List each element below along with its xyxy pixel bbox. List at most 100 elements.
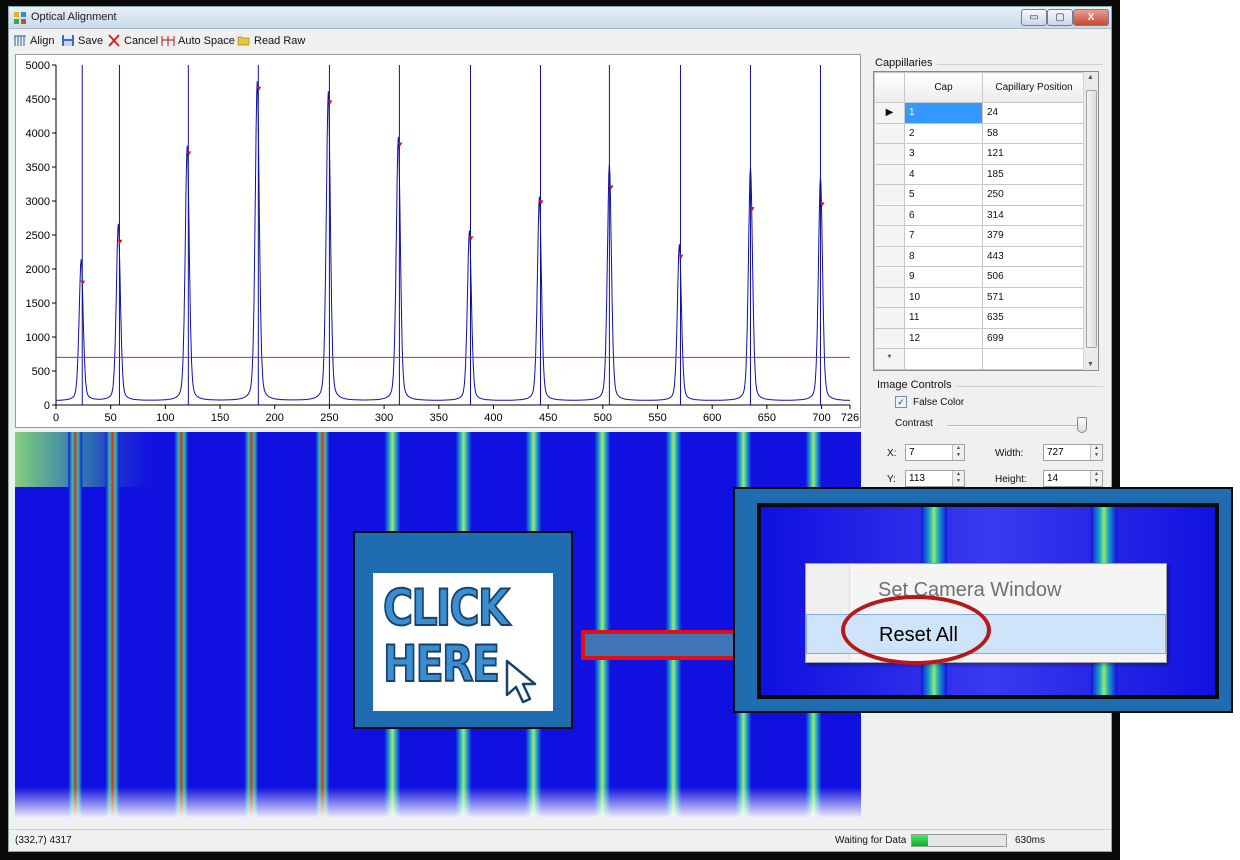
- row-header[interactable]: [874, 286, 905, 308]
- cap-cell[interactable]: 11: [904, 307, 983, 329]
- capillaries-grid[interactable]: Cap Capillary Position ▶ 1 24 2 58 3 121 4 185 5 2…: [873, 71, 1099, 371]
- align-label: Align: [30, 34, 55, 47]
- position-cell[interactable]: 506: [982, 266, 1086, 288]
- intensity-chart[interactable]: 0 500 1000 1500 2000 2500 3000 3500 4000 4500 5000…: [15, 54, 861, 428]
- scroll-up-icon[interactable]: ▲: [1087, 74, 1094, 81]
- cap-cell[interactable]: 12: [904, 327, 983, 349]
- row-header[interactable]: [874, 225, 905, 247]
- spinner-arrows-icon[interactable]: ▲ ▼: [952, 445, 964, 460]
- position-cell[interactable]: 379: [982, 225, 1086, 247]
- spinner-arrows-icon[interactable]: ▲ ▼: [1090, 471, 1102, 486]
- table-row[interactable]: 11 635: [874, 307, 1086, 329]
- column-header-cap[interactable]: Cap: [904, 72, 983, 103]
- height-spinner[interactable]: 14 ▲ ▼: [1043, 470, 1103, 487]
- position-cell[interactable]: 699: [982, 327, 1086, 349]
- maximize-button[interactable]: ▢: [1047, 9, 1073, 26]
- cap-cell[interactable]: 7: [904, 225, 983, 247]
- top-left-glow: [15, 432, 165, 487]
- x-value: 7: [909, 447, 915, 458]
- width-spinner[interactable]: 727 ▲ ▼: [1043, 444, 1103, 461]
- table-row[interactable]: 3 121: [874, 143, 1086, 165]
- position-cell[interactable]: 185: [982, 163, 1086, 185]
- position-cell[interactable]: 121: [982, 143, 1086, 165]
- table-row[interactable]: 6 314: [874, 204, 1086, 226]
- y-tick-label: 3500: [26, 162, 50, 174]
- row-header[interactable]: [874, 163, 905, 185]
- spinner-arrows-icon[interactable]: ▲ ▼: [1090, 445, 1102, 460]
- y-tick-label: 0: [44, 400, 50, 412]
- cap-cell[interactable]: 2: [904, 122, 983, 144]
- spinner-arrows-icon[interactable]: ▲ ▼: [952, 471, 964, 486]
- false-color-checkbox[interactable]: ✓: [895, 396, 907, 408]
- auto-space-button[interactable]: Auto Space: [161, 33, 235, 48]
- read-raw-button[interactable]: Read Raw: [237, 33, 305, 48]
- row-header[interactable]: [874, 327, 905, 349]
- x-tick-label: 200: [266, 412, 284, 424]
- current-row-icon[interactable]: ▶: [874, 102, 905, 124]
- cap-cell[interactable]: 6: [904, 204, 983, 226]
- table-row[interactable]: 4 185: [874, 163, 1086, 185]
- height-value: 14: [1047, 473, 1059, 484]
- save-button[interactable]: Save: [61, 33, 103, 48]
- title-bar[interactable]: Optical Alignment ▭ ▢ X: [9, 7, 1111, 29]
- y-spinner[interactable]: 113 ▲ ▼: [905, 470, 965, 487]
- x-spinner[interactable]: 7 ▲ ▼: [905, 444, 965, 461]
- position-cell[interactable]: 635: [982, 307, 1086, 329]
- row-header[interactable]: [874, 204, 905, 226]
- column-header-position[interactable]: Capillary Position: [982, 72, 1086, 103]
- grid-scrollbar[interactable]: ▲ ▼: [1083, 72, 1098, 370]
- scroll-down-icon[interactable]: ▼: [1087, 361, 1094, 368]
- x-tick-label: 50: [105, 412, 117, 424]
- cancel-button[interactable]: Cancel: [107, 33, 158, 48]
- position-cell[interactable]: 571: [982, 286, 1086, 308]
- cap-cell[interactable]: 1: [904, 102, 983, 124]
- table-row[interactable]: 2 58: [874, 122, 1086, 144]
- table-row[interactable]: 5 250: [874, 184, 1086, 206]
- table-row[interactable]: 9 506: [874, 266, 1086, 288]
- row-header[interactable]: [874, 122, 905, 144]
- capillary-stripe: [315, 432, 330, 817]
- capillaries-table: Cap Capillary Position ▶ 1 24 2 58 3 121 4 185 5 2…: [874, 72, 1086, 370]
- row-header[interactable]: [874, 245, 905, 267]
- position-cell[interactable]: 443: [982, 245, 1086, 267]
- cap-cell[interactable]: 9: [904, 266, 983, 288]
- new-row[interactable]: *: [874, 348, 1086, 370]
- capillary-stripe: [105, 432, 120, 817]
- app-icon: [14, 12, 26, 24]
- align-button[interactable]: Align: [13, 33, 54, 48]
- position-cell[interactable]: 314: [982, 204, 1086, 226]
- table-row[interactable]: ▶ 1 24: [874, 102, 1086, 124]
- width-value: 727: [1047, 447, 1064, 458]
- close-button[interactable]: X: [1073, 9, 1109, 26]
- cap-cell[interactable]: 5: [904, 184, 983, 206]
- click-here-callout: CLICK HERE: [353, 531, 573, 729]
- position-cell[interactable]: 250: [982, 184, 1086, 206]
- row-header-corner: [874, 72, 905, 103]
- position-cell[interactable]: 24: [982, 102, 1086, 124]
- table-row[interactable]: 12 699: [874, 327, 1086, 349]
- row-header[interactable]: [874, 143, 905, 165]
- cap-cell[interactable]: 8: [904, 245, 983, 267]
- row-header[interactable]: [874, 307, 905, 329]
- table-row[interactable]: 7 379: [874, 225, 1086, 247]
- row-header[interactable]: [874, 184, 905, 206]
- x-tick-label: 650: [758, 412, 776, 424]
- new-row-cell[interactable]: [982, 348, 1086, 370]
- row-header[interactable]: [874, 266, 905, 288]
- minimize-button[interactable]: ▭: [1021, 9, 1047, 26]
- position-cell[interactable]: 58: [982, 122, 1086, 144]
- contrast-slider-thumb[interactable]: [1077, 417, 1087, 433]
- table-row[interactable]: 8 443: [874, 245, 1086, 267]
- scroll-thumb[interactable]: [1086, 90, 1097, 348]
- cap-cell[interactable]: 10: [904, 286, 983, 308]
- maximize-icon: ▢: [1055, 12, 1065, 23]
- table-row[interactable]: 10 571: [874, 286, 1086, 308]
- x-tick-label: 600: [703, 412, 721, 424]
- intensity-chart-svg: 0500100015002000250030003500400045005000…: [26, 60, 860, 424]
- menu-item-set-camera-window[interactable]: Set Camera Window: [806, 570, 1166, 610]
- cap-cell[interactable]: 4: [904, 163, 983, 185]
- contrast-slider[interactable]: [947, 425, 1087, 427]
- cap-cell[interactable]: 3: [904, 143, 983, 165]
- click-here-badge: CLICK HERE: [373, 573, 553, 711]
- new-row-cell[interactable]: [904, 348, 983, 370]
